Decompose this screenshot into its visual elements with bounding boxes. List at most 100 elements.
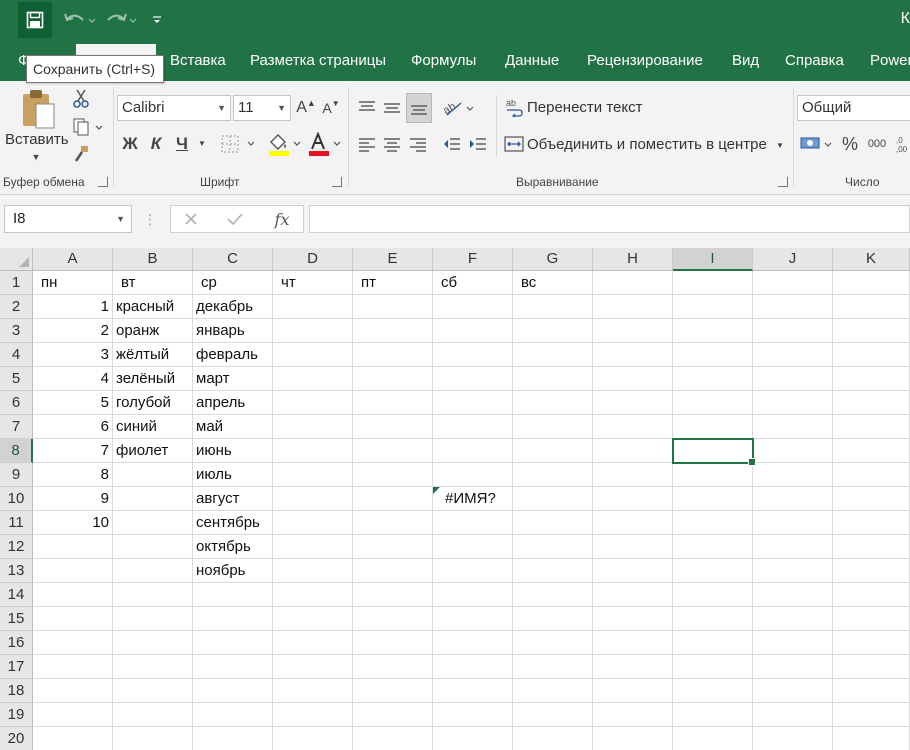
row-header-10[interactable]: 10 — [0, 487, 33, 511]
column-header-j[interactable]: J — [753, 248, 833, 271]
formula-input[interactable] — [309, 205, 910, 233]
row-header-19[interactable]: 19 — [0, 703, 33, 727]
cell-i19[interactable] — [673, 703, 753, 727]
cell-h8[interactable] — [593, 439, 673, 463]
cell-k15[interactable] — [833, 607, 910, 631]
cell-a15[interactable] — [33, 607, 113, 631]
cell-e7[interactable] — [353, 415, 433, 439]
thousands-separator-button[interactable]: 000 — [864, 131, 890, 157]
confirm-entry-button[interactable] — [223, 208, 247, 230]
cell-e4[interactable] — [353, 343, 433, 367]
cell-i15[interactable] — [673, 607, 753, 631]
cell-b5[interactable]: зелёный — [113, 367, 193, 391]
cell-h20[interactable] — [593, 727, 673, 750]
cell-k3[interactable] — [833, 319, 910, 343]
cell-e9[interactable] — [353, 463, 433, 487]
cell-g12[interactable] — [513, 535, 593, 559]
currency-button[interactable] — [798, 131, 834, 157]
cell-h19[interactable] — [593, 703, 673, 727]
number-format-select[interactable]: Общий — [797, 95, 910, 121]
cell-e17[interactable] — [353, 655, 433, 679]
column-header-a[interactable]: A — [33, 248, 113, 271]
cell-b9[interactable] — [113, 463, 193, 487]
cell-i1[interactable] — [673, 271, 753, 295]
tab-insert[interactable]: Вставка — [170, 41, 226, 81]
cell-c2[interactable]: декабрь — [193, 295, 273, 319]
cell-d6[interactable] — [273, 391, 353, 415]
cell-d11[interactable] — [273, 511, 353, 535]
cell-j13[interactable] — [753, 559, 833, 583]
cell-k5[interactable] — [833, 367, 910, 391]
cell-j15[interactable] — [753, 607, 833, 631]
cell-c14[interactable] — [193, 583, 273, 607]
cell-k13[interactable] — [833, 559, 910, 583]
cell-a18[interactable] — [33, 679, 113, 703]
increase-decimal-button[interactable]: ,0,00 — [896, 131, 910, 157]
row-header-5[interactable]: 5 — [0, 367, 33, 391]
row-header-1[interactable]: 1 — [0, 271, 33, 295]
cell-d4[interactable] — [273, 343, 353, 367]
row-header-18[interactable]: 18 — [0, 679, 33, 703]
cell-h14[interactable] — [593, 583, 673, 607]
cell-g4[interactable] — [513, 343, 593, 367]
cancel-entry-button[interactable] — [179, 208, 203, 230]
align-right-button[interactable] — [406, 131, 430, 157]
cell-j20[interactable] — [753, 727, 833, 750]
cell-i10[interactable] — [673, 487, 753, 511]
increase-indent-button[interactable] — [466, 131, 490, 157]
cell-b12[interactable] — [113, 535, 193, 559]
cell-j5[interactable] — [753, 367, 833, 391]
cell-a3[interactable]: 2 — [33, 319, 113, 343]
cell-d2[interactable] — [273, 295, 353, 319]
tab-review[interactable]: Рецензирование — [587, 41, 703, 81]
cell-b8[interactable]: фиолет — [113, 439, 193, 463]
cell-a12[interactable] — [33, 535, 113, 559]
row-header-14[interactable]: 14 — [0, 583, 33, 607]
cell-k9[interactable] — [833, 463, 910, 487]
align-bottom-button[interactable] — [406, 93, 432, 123]
cell-j18[interactable] — [753, 679, 833, 703]
cell-f12[interactable] — [433, 535, 513, 559]
cell-c19[interactable] — [193, 703, 273, 727]
cell-g14[interactable] — [513, 583, 593, 607]
font-name-select[interactable]: Calibri ▼ — [117, 95, 231, 121]
cell-j3[interactable] — [753, 319, 833, 343]
cell-j14[interactable] — [753, 583, 833, 607]
cell-d8[interactable] — [273, 439, 353, 463]
cell-b6[interactable]: голубой — [113, 391, 193, 415]
cell-k19[interactable] — [833, 703, 910, 727]
cell-b17[interactable] — [113, 655, 193, 679]
cell-f15[interactable] — [433, 607, 513, 631]
cell-a6[interactable]: 5 — [33, 391, 113, 415]
cell-f10[interactable]: #ИМЯ? — [433, 487, 513, 511]
select-all-button[interactable] — [0, 248, 33, 271]
cell-e1[interactable]: пт — [353, 271, 433, 295]
tab-view[interactable]: Вид — [732, 41, 759, 81]
percent-button[interactable]: % — [838, 131, 862, 157]
font-dialog-launcher[interactable] — [332, 177, 342, 187]
cell-d7[interactable] — [273, 415, 353, 439]
cell-j17[interactable] — [753, 655, 833, 679]
cell-d20[interactable] — [273, 727, 353, 750]
cell-f14[interactable] — [433, 583, 513, 607]
tab-page-layout[interactable]: Разметка страницы — [250, 41, 386, 81]
cell-j8[interactable] — [753, 439, 833, 463]
paste-label[interactable]: Вставить — [5, 131, 69, 148]
cell-a19[interactable] — [33, 703, 113, 727]
cell-b3[interactable]: оранж — [113, 319, 193, 343]
cell-c4[interactable]: февраль — [193, 343, 273, 367]
cell-c10[interactable]: август — [193, 487, 273, 511]
align-middle-button[interactable] — [380, 95, 404, 121]
cell-i3[interactable] — [673, 319, 753, 343]
cell-k4[interactable] — [833, 343, 910, 367]
cell-d18[interactable] — [273, 679, 353, 703]
cell-e20[interactable] — [353, 727, 433, 750]
cell-f3[interactable] — [433, 319, 513, 343]
underline-dropdown[interactable]: ▼ — [196, 133, 208, 153]
cell-f11[interactable] — [433, 511, 513, 535]
cell-a14[interactable] — [33, 583, 113, 607]
cell-f19[interactable] — [433, 703, 513, 727]
cell-e16[interactable] — [353, 631, 433, 655]
cell-j4[interactable] — [753, 343, 833, 367]
font-color-button[interactable] — [306, 131, 344, 159]
